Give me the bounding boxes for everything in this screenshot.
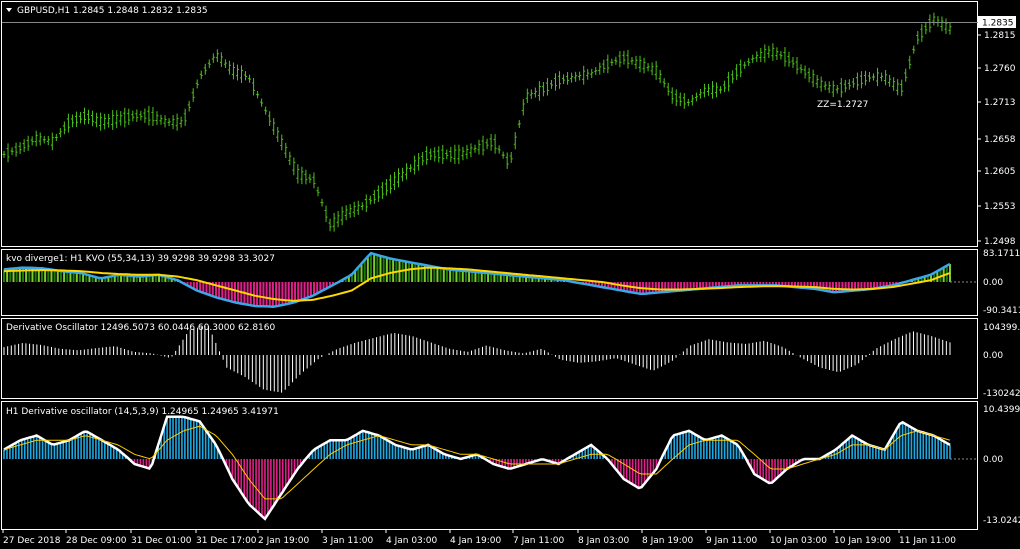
price-bars [2, 12, 952, 232]
kvo-y-tick: 83.1711 [983, 249, 1020, 259]
dosc-y-tick: 104399.4 [983, 323, 1020, 333]
frames [1, 1, 978, 530]
kvo-y-tick: -90.3411 [983, 306, 1020, 316]
h1-y-tick: -13.02421 [983, 516, 1020, 526]
price-y-tick: 1.2713 [984, 98, 1016, 108]
x-tick-label: 11 Jan 11:00 [899, 536, 956, 546]
dosc-title: Derivative Oscillator 12496.5073 60.0446… [6, 323, 276, 333]
price-y-tick: 1.2815 [984, 31, 1016, 41]
x-tick-label: 8 Jan 19:00 [642, 536, 694, 546]
chevron-down-icon[interactable] [6, 8, 12, 12]
x-tick-label: 2 Jan 19:00 [258, 536, 310, 546]
x-tick-label: 31 Dec 01:00 [131, 536, 192, 546]
h1-dosc-main-line [3, 415, 951, 521]
h1-y-tick: 10.43999 [983, 405, 1020, 415]
chart-window: 1.2815 1.2760 1.2713 1.2658 1.2605 1.2553 1.24… [0, 0, 1020, 549]
x-tick-label: 27 Dec 2018 [3, 536, 61, 546]
x-tick-label: 10 Jan 19:00 [834, 536, 891, 546]
kvo-y-tick: 0.00 [983, 278, 1003, 288]
kvo-title: kvo diverge1: H1 KVO (55,34,13) 39.9298 … [6, 254, 275, 264]
price-title: GBPUSD,H1 1.2845 1.2848 1.2832 1.2835 [17, 6, 208, 16]
dosc-y-tick: 0.00 [983, 351, 1003, 361]
x-tick-label: 31 Dec 17:00 [196, 536, 257, 546]
price-y-tick: 1.2498 [984, 237, 1016, 247]
h1-derivative-area [3, 415, 978, 521]
price-y-tick: 1.2658 [984, 135, 1016, 145]
x-tick-label: 9 Jan 11:00 [706, 536, 758, 546]
price-y-tick: 1.2553 [984, 202, 1016, 212]
price-y-tick: 1.2605 [984, 167, 1016, 177]
derivative-osc-bars [3, 325, 951, 393]
h1-dosc-title: H1 Derivative oscillator (14,5,3,9) 1.24… [6, 407, 279, 417]
x-tick-label: 28 Dec 09:00 [66, 536, 127, 546]
chart-canvas[interactable]: 1.2815 1.2760 1.2713 1.2658 1.2605 1.2553 1.24… [0, 0, 1020, 549]
h1-y-tick: 0.00 [983, 455, 1003, 465]
x-tick-label: 7 Jan 11:00 [513, 536, 565, 546]
zigzag-annotation: ZZ=1.2727 [817, 100, 868, 110]
x-tick-label: 8 Jan 03:00 [578, 536, 630, 546]
x-tick-label: 4 Jan 19:00 [450, 536, 502, 546]
price-y-tick: 1.2760 [984, 64, 1016, 74]
price-title-group: GBPUSD,H1 1.2845 1.2848 1.2832 1.2835 [6, 6, 208, 16]
current-price-label: 1.2835 [982, 19, 1014, 29]
x-tick-label: 3 Jan 11:00 [322, 536, 374, 546]
x-tick-label: 10 Jan 03:00 [770, 536, 827, 546]
dosc-y-tick: -130242.6 [983, 389, 1020, 399]
x-tick-label: 4 Jan 03:00 [386, 536, 438, 546]
